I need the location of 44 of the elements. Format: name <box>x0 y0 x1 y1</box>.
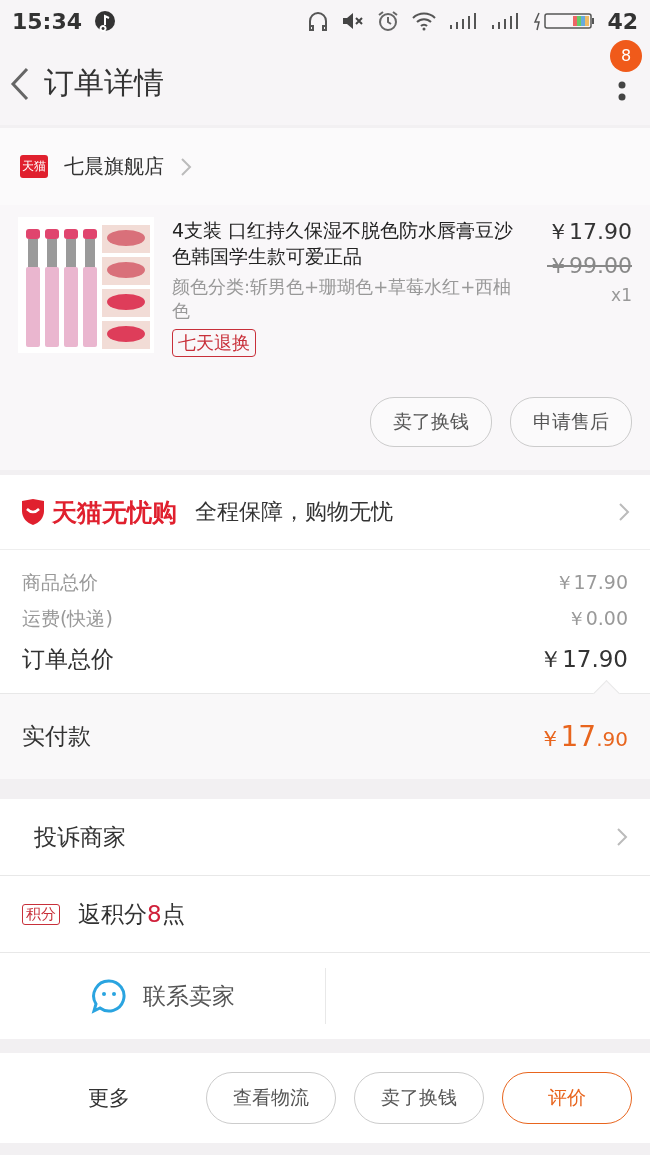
page-title: 订单详情 <box>44 64 165 102</box>
action-button[interactable]: 查看物流 <box>206 1072 336 1124</box>
summary-value: ￥0.00 <box>566 606 628 631</box>
quantity: x1 <box>611 285 632 305</box>
contact-seller-link[interactable]: 联系卖家 <box>142 980 235 1012</box>
product-price: ￥17.90 <box>547 218 632 246</box>
shield-icon <box>20 498 46 526</box>
action-button[interactable]: 申请售后 <box>510 397 632 447</box>
product-variant: 颜色分类:斩男色+珊瑚色+草莓水红+西柚色 <box>172 275 513 323</box>
summary-label: 商品总价 <box>22 570 98 595</box>
notification-badge: 8 <box>610 39 642 72</box>
guarantee-text: 全程保障，购物无忧 <box>195 498 394 526</box>
more-button[interactable]: 更多 <box>44 1072 174 1124</box>
chevron-right-icon <box>616 827 628 847</box>
wifi-icon <box>411 11 438 31</box>
chevron-right-icon <box>180 156 192 177</box>
headphones-icon <box>307 10 330 32</box>
points-badge: 积分 <box>22 903 60 925</box>
action-button[interactable]: 卖了换钱 <box>354 1072 484 1124</box>
tmall-guarantee-logo: 天猫无忧购 <box>52 496 177 529</box>
action-button[interactable]: 卖了换钱 <box>370 397 492 447</box>
back-icon[interactable] <box>10 66 30 101</box>
points-text: 返积分8点 <box>78 899 185 929</box>
music-note-icon <box>94 10 117 32</box>
original-price: ￥99.00 <box>547 252 632 280</box>
paid-label: 实付款 <box>22 722 91 751</box>
clock-time: 15:34 <box>12 8 83 34</box>
complaint-link[interactable]: 投诉商家 <box>34 821 616 853</box>
summary-value: ￥17.90 <box>539 645 628 674</box>
return-tag: 七天退换 <box>172 329 256 357</box>
summary-label: 运费(快递) <box>22 606 113 631</box>
summary-label: 订单总价 <box>22 645 114 674</box>
more-menu-icon[interactable] <box>617 80 627 101</box>
paid-amount: ￥17.90 <box>538 719 628 754</box>
product-title[interactable]: 4支装 口红持久保湿不脱色防水唇膏豆沙色韩国学生款可爱正品 <box>172 217 514 269</box>
shop-name[interactable]: 七晨旗舰店 <box>64 153 164 180</box>
alarm-clock-icon <box>377 10 400 32</box>
tmall-badge: 天猫 <box>20 155 48 178</box>
summary-value: ￥17.90 <box>554 570 628 595</box>
mute-icon <box>341 10 366 32</box>
battery-level: 42 <box>607 8 638 34</box>
chevron-right-icon <box>618 502 630 522</box>
chat-face-icon <box>90 978 127 1014</box>
battery-charging-icon <box>533 11 596 31</box>
